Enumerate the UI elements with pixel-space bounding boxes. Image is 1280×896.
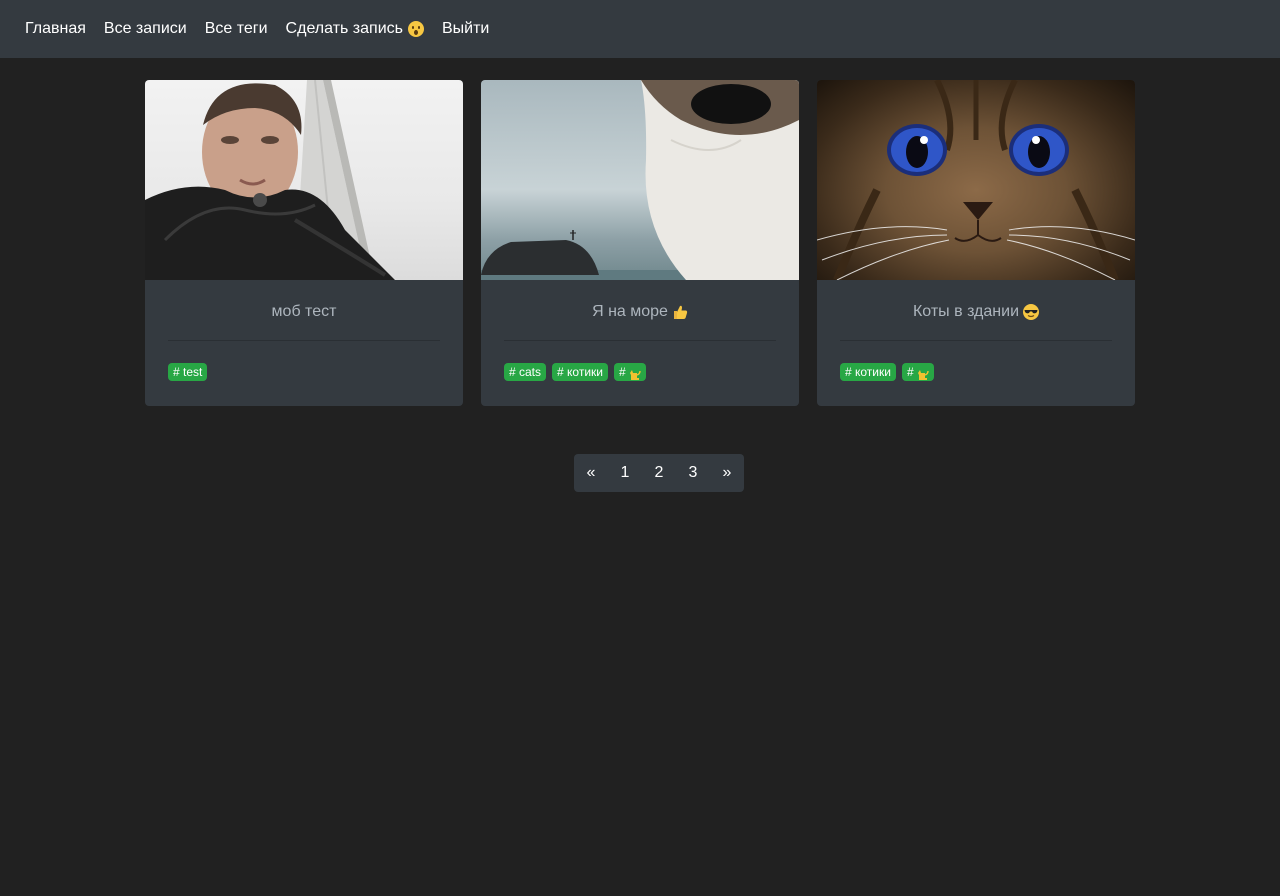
tag-badge[interactable]: # [901,363,934,381]
pagination-page-2[interactable]: 2 [642,454,676,492]
card-title-text: Коты в здании [912,303,1019,320]
hushed-face-emoji-icon [407,21,424,37]
man-selfie-with-tower-photo[interactable] [145,80,463,280]
blue-eyed-cat-face-photo[interactable] [817,80,1135,280]
pagination: « 1 2 3 » [574,454,744,492]
tag-label: # [906,365,914,379]
tag-label: # котики [557,365,603,379]
tag-label: # cats [509,365,542,379]
tag-badge[interactable]: # котики [552,363,608,381]
card-body: Я на море # cats # котики # [481,280,799,381]
nav-link-label: Сделать запись [285,20,403,37]
tag-list: # test [168,363,440,381]
thumbs-up-emoji-icon [672,304,688,320]
nav-link-all-posts[interactable]: Все записи [104,19,187,39]
nav-link-home[interactable]: Главная [25,19,86,39]
nav-link-logout[interactable]: Выйти [442,19,489,39]
tag-badge[interactable]: # котики [840,363,896,381]
nav-link-create-post[interactable]: Сделать запись [286,19,424,39]
post-card[interactable]: Я на море # cats # котики # [481,80,799,406]
tag-label: # test [173,365,203,379]
photo-drawing [481,80,799,280]
top-navbar: Главная Все записи Все теги Сделать запи… [0,0,1280,58]
photo-drawing [145,80,395,280]
photo-drawing [817,80,1135,280]
card-title: Я на море [504,302,776,322]
card-title: Коты в здании [840,302,1112,322]
card-divider [168,340,440,341]
nav-link-label: Главная [25,20,86,37]
post-card[interactable]: моб тест # test [145,80,463,406]
nav-link-label: Все теги [204,20,268,37]
cat-emoji-icon [629,367,641,380]
pagination-page-3[interactable]: 3 [676,454,710,492]
post-cards-grid: моб тест # test Я на море # cats # котик… [145,80,1135,406]
cat-emoji-icon [917,367,929,380]
tag-badge[interactable]: # test [168,363,208,381]
cat-at-sea-photo[interactable] [481,80,799,280]
nav-link-label: Выйти [441,20,490,37]
card-title-text: моб тест [271,303,337,320]
nav-link-label: Все записи [103,20,187,37]
tag-list: # cats # котики # [504,363,776,381]
tag-label: # котики [845,365,891,379]
card-divider [840,340,1112,341]
pagination-next[interactable]: » [710,454,744,492]
tag-badge[interactable]: # cats [504,363,547,381]
pagination-page-1[interactable]: 1 [608,454,642,492]
tag-badge[interactable]: # [613,363,646,381]
nav-link-all-tags[interactable]: Все теги [205,19,268,39]
post-card[interactable]: Коты в здании # котики # [817,80,1135,406]
card-body: моб тест # test [145,280,463,381]
card-title: моб тест [168,302,440,322]
card-divider [504,340,776,341]
card-body: Коты в здании # котики # [817,280,1135,381]
tag-label: # [618,365,626,379]
tag-list: # котики # [840,363,1112,381]
pagination-prev[interactable]: « [574,454,608,492]
sunglasses-face-emoji-icon [1023,304,1039,320]
card-title-text: Я на море [592,303,668,320]
